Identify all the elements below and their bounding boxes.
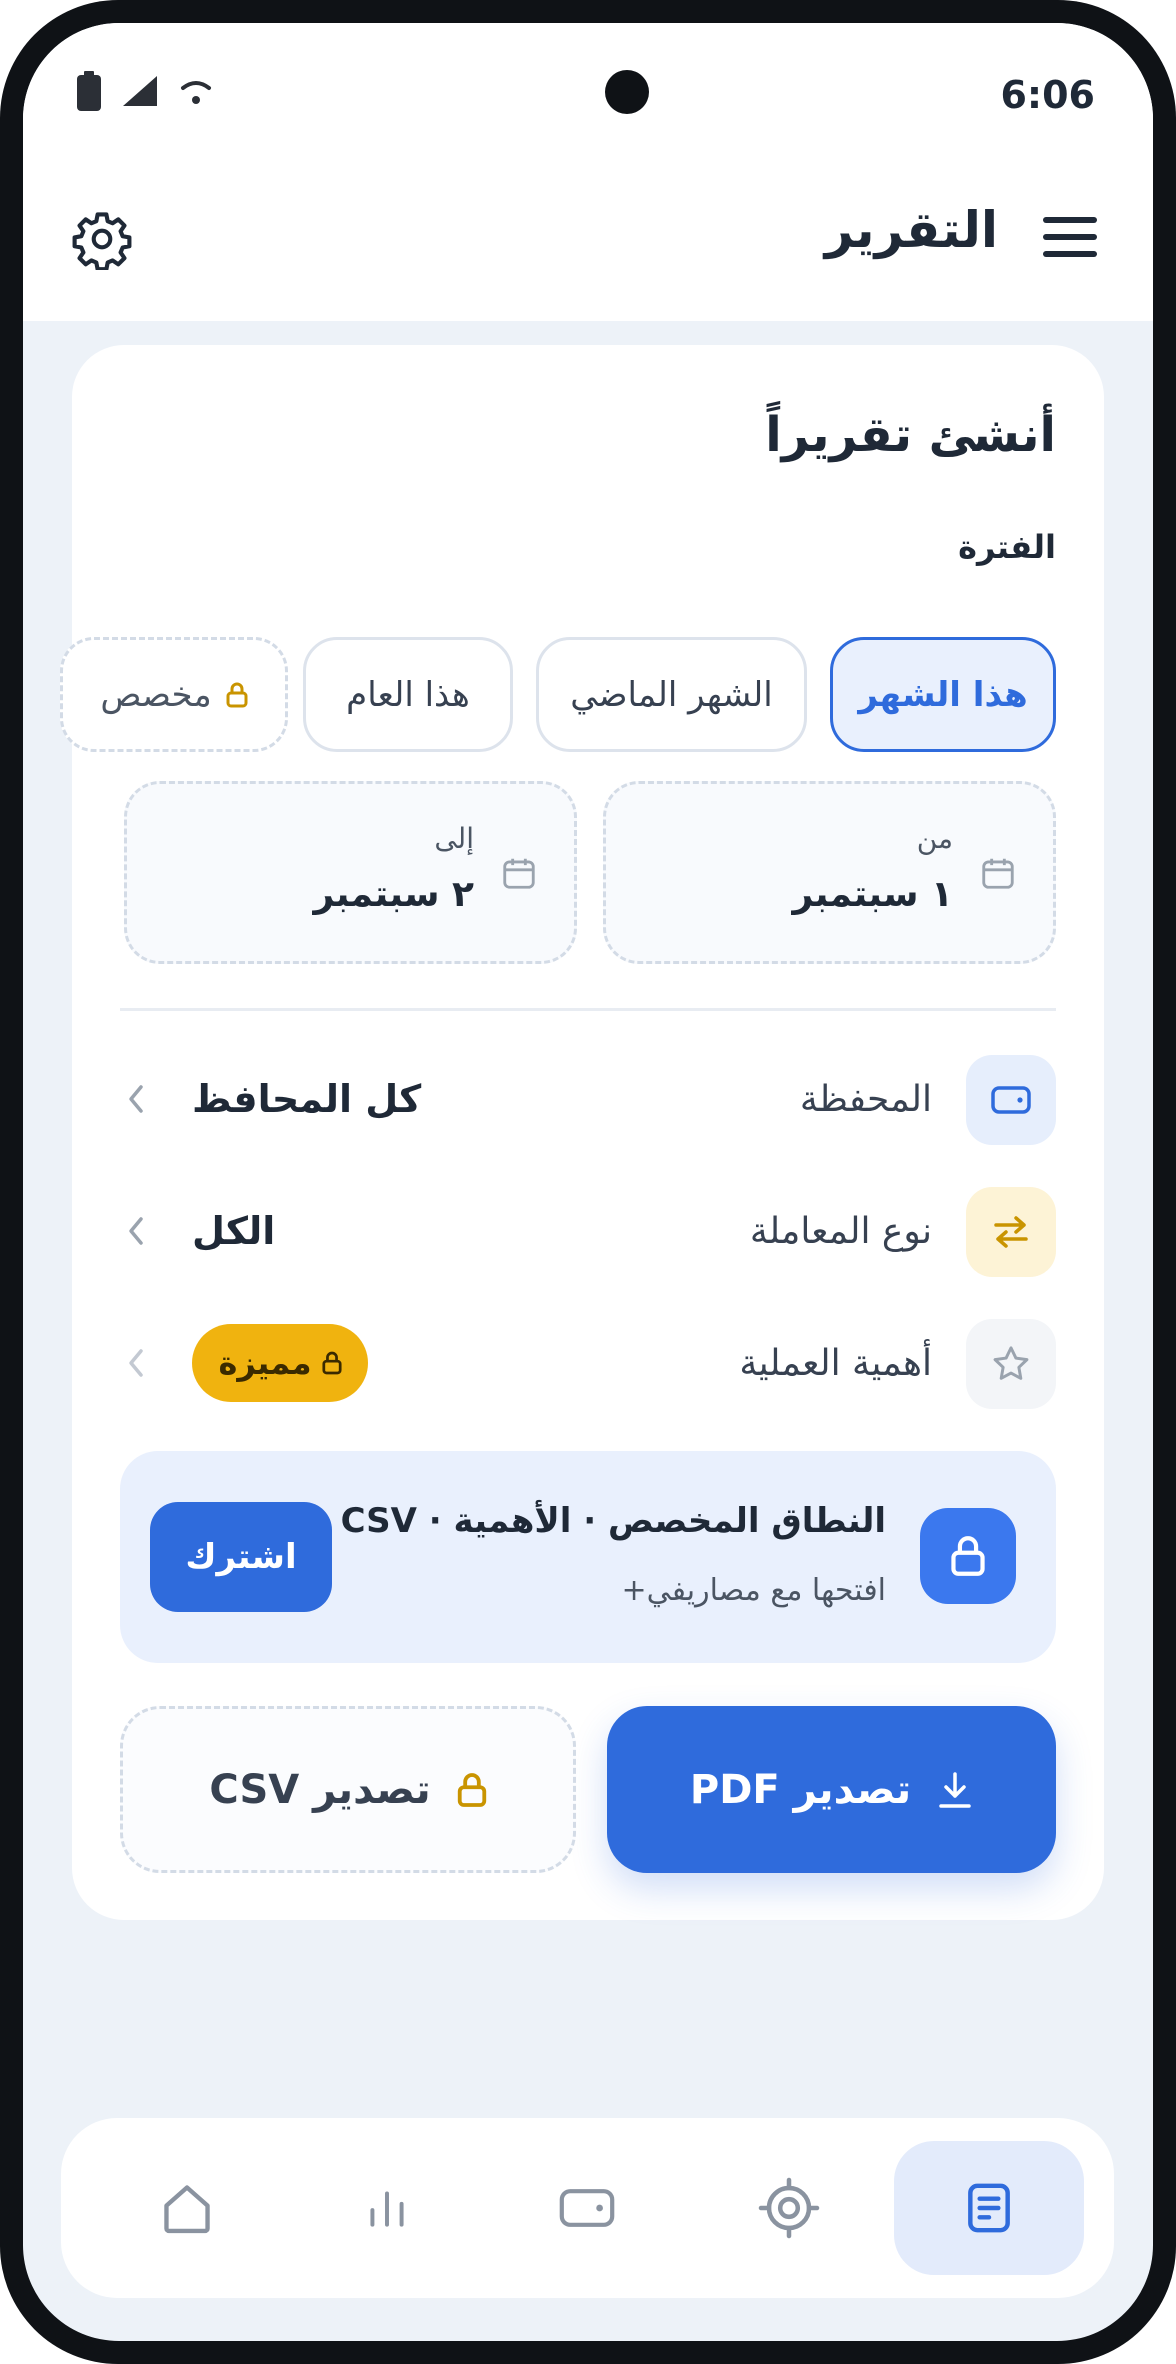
nav-stats[interactable] — [292, 2141, 482, 2275]
premium-badge: مميزة — [192, 1324, 368, 1402]
chip-label: مخصص — [100, 674, 212, 715]
bottom-nav — [61, 2118, 1114, 2298]
report-icon — [968, 2183, 1010, 2233]
swap-icon — [966, 1187, 1056, 1277]
target-icon — [758, 2177, 820, 2239]
chevron-left-icon — [129, 1349, 143, 1377]
status-time: 6:06 — [1000, 73, 1095, 117]
export-csv-button[interactable]: تصدير CSV — [120, 1706, 576, 1873]
star-icon — [966, 1319, 1056, 1409]
chevron-left-icon — [129, 1217, 143, 1245]
download-icon — [939, 1771, 971, 1808]
chip-last-month[interactable]: الشهر الماضي — [536, 637, 807, 752]
phone-frame: 6:06 التقرير أنشئ تقريراً الفترة هذا الش… — [0, 0, 1176, 2364]
chip-this-month[interactable]: هذا الشهر — [830, 637, 1056, 752]
nav-wallets[interactable] — [492, 2141, 682, 2275]
upsell-subtitle: افتحها مع مصاريفي+ — [621, 1573, 886, 1608]
divider — [120, 1008, 1056, 1011]
wallet-icon — [559, 2189, 615, 2227]
chip-label: هذا الشهر — [858, 674, 1028, 715]
filter-label: نوع المعاملة — [749, 1211, 932, 1252]
menu-button[interactable] — [1041, 213, 1099, 261]
screen: 6:06 التقرير أنشئ تقريراً الفترة هذا الش… — [23, 23, 1153, 2341]
lock-icon — [322, 1351, 342, 1375]
subscribe-button[interactable]: اشترك — [150, 1502, 332, 1612]
date-to-caption: إلى — [434, 822, 474, 855]
status-icons — [77, 71, 213, 111]
date-from-caption: من — [916, 822, 953, 855]
export-pdf-label: تصدير PDF — [689, 1766, 912, 1813]
filter-label: المحفظة — [799, 1079, 932, 1120]
chip-this-year[interactable]: هذا العام — [303, 637, 513, 752]
lock-icon — [920, 1508, 1016, 1604]
date-from-value: ١ سبتمبر — [792, 874, 953, 915]
period-label: الفترة — [958, 528, 1056, 566]
chip-custom[interactable]: مخصص — [60, 637, 288, 752]
chip-label: هذا العام — [346, 674, 470, 715]
premium-badge-label: مميزة — [218, 1344, 312, 1382]
nav-home[interactable] — [92, 2141, 282, 2275]
lock-icon — [226, 682, 248, 707]
filter-value: كل المحافظ — [192, 1077, 422, 1121]
date-to-field[interactable]: إلى ٢ سبتمبر — [124, 781, 577, 964]
chip-label: الشهر الماضي — [570, 674, 773, 715]
app-header: التقرير — [23, 163, 1153, 321]
date-from-field[interactable]: من ١ سبتمبر — [603, 781, 1056, 964]
status-bar: 6:06 — [23, 23, 1153, 163]
gear-icon — [72, 212, 132, 272]
calendar-icon — [503, 858, 535, 889]
settings-button[interactable] — [71, 208, 133, 272]
card-title: أنشئ تقريراً — [765, 407, 1056, 463]
export-csv-label: تصدير CSV — [209, 1766, 431, 1813]
export-pdf-button[interactable]: تصدير PDF — [607, 1706, 1056, 1873]
filter-value: الكل — [192, 1209, 276, 1253]
signal-icon — [123, 76, 157, 106]
bar-chart-icon — [370, 2191, 404, 2227]
hamburger-icon — [1043, 217, 1097, 257]
home-icon — [164, 2185, 210, 2234]
nav-reports[interactable] — [894, 2141, 1084, 2275]
nav-goals[interactable] — [694, 2141, 884, 2275]
filter-label: أهمية العملية — [739, 1343, 932, 1384]
wifi-icon — [181, 81, 211, 104]
filter-row-wallet[interactable]: المحفظة كل المحافظ — [120, 1055, 1056, 1145]
chevron-left-icon — [129, 1085, 143, 1113]
front-camera — [605, 70, 649, 114]
calendar-icon — [982, 858, 1014, 889]
lock-icon — [457, 1772, 486, 1807]
battery-icon — [77, 71, 101, 111]
wallet-icon — [966, 1055, 1056, 1145]
premium-upsell-banner: النطاق المخصص · الأهمية · CSV افتحها مع … — [120, 1451, 1056, 1663]
upsell-title: النطاق المخصص · الأهمية · CSV — [340, 1501, 886, 1541]
report-card: أنشئ تقريراً الفترة هذا الشهر الشهر الما… — [60, 345, 1104, 1920]
page-title: التقرير — [824, 201, 998, 259]
filter-row-importance[interactable]: أهمية العملية مميزة — [120, 1319, 1056, 1409]
filter-row-transaction-type[interactable]: نوع المعاملة الكل — [120, 1187, 1056, 1277]
date-to-value: ٢ سبتمبر — [313, 874, 474, 915]
